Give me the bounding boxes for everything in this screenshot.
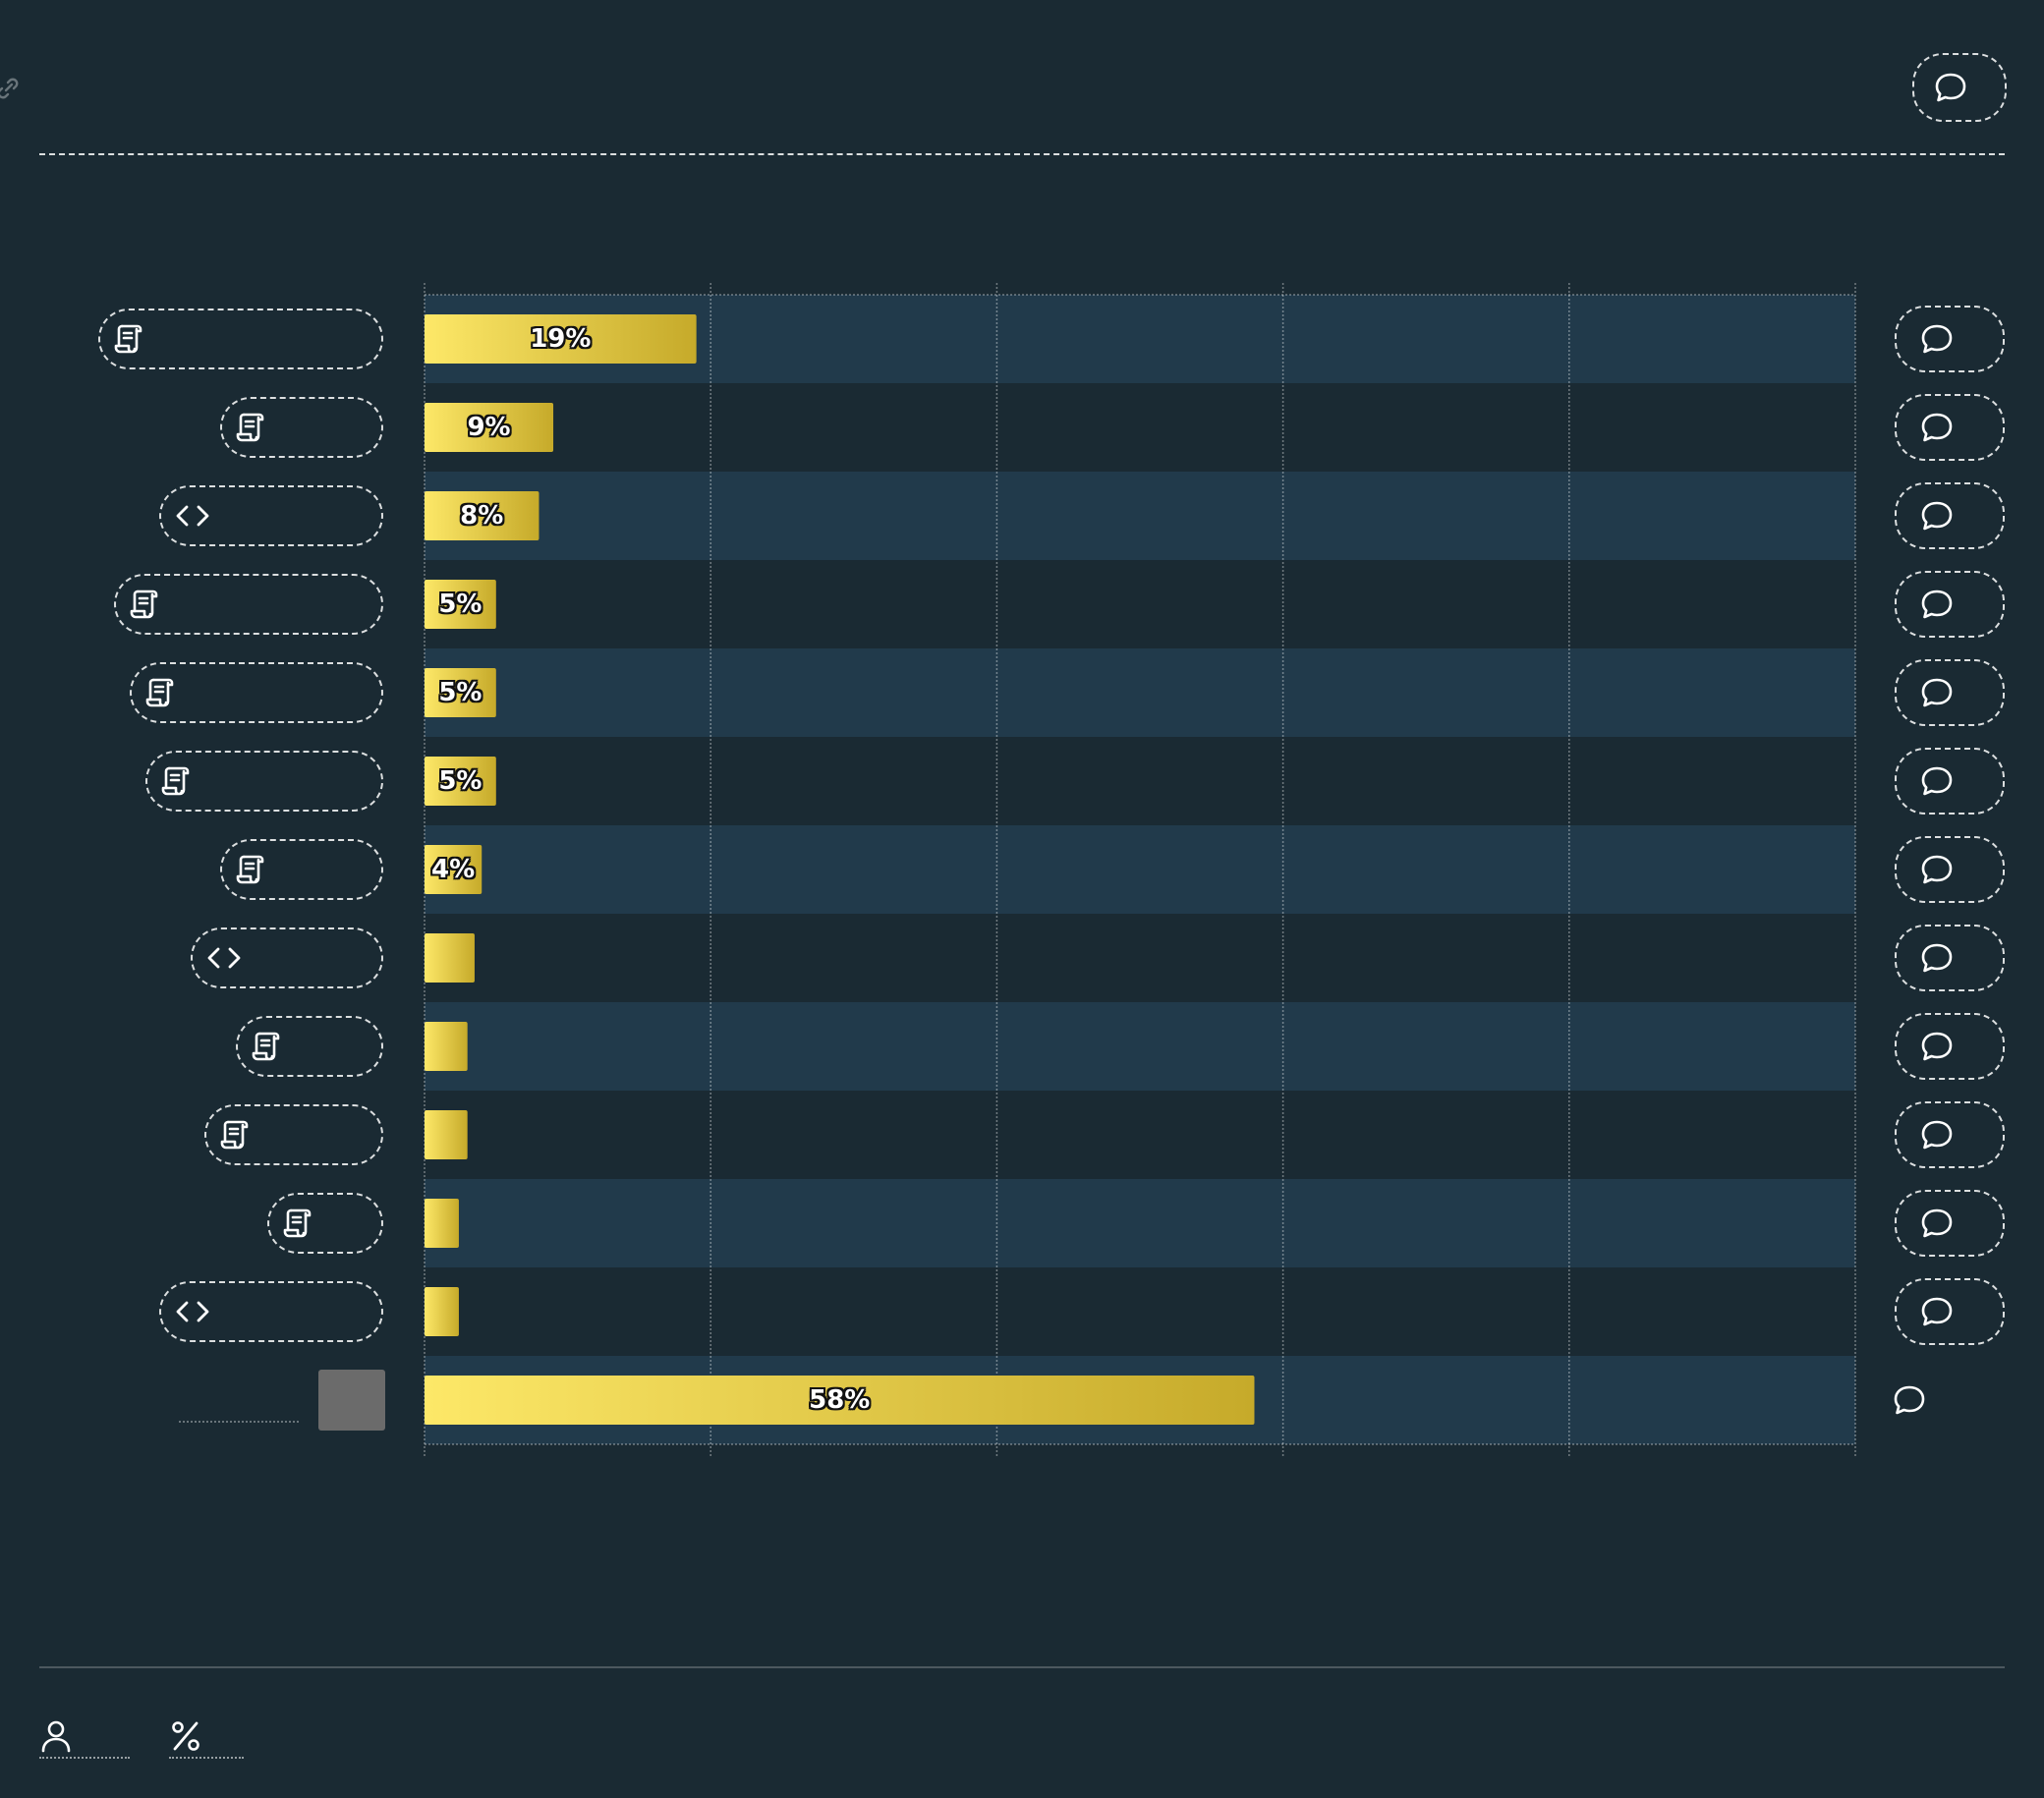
comment-icon [1921, 855, 1953, 884]
code-icon [176, 1301, 209, 1322]
row-comment-button[interactable] [1895, 659, 2005, 726]
comment-icon [1921, 1208, 1953, 1238]
comment-icon [1921, 1120, 1953, 1150]
row-band [425, 472, 1855, 560]
bar-data-label: 9% [467, 413, 511, 442]
bar-data-label: 4% [431, 855, 476, 884]
row-comment-button[interactable] [1895, 748, 2005, 815]
category-label[interactable] [220, 397, 383, 458]
row-comment-button[interactable] [1895, 836, 2005, 903]
bar-data-label: 19% [530, 324, 592, 354]
bar-data-label: 5% [438, 766, 483, 796]
category-label[interactable] [159, 1281, 383, 1342]
row-comment-button[interactable] [1895, 306, 2005, 372]
scroll-icon [236, 855, 264, 884]
row-band [425, 1179, 1855, 1267]
bar[interactable] [425, 1287, 459, 1336]
comment-icon [1894, 1385, 1925, 1415]
footer-percent-item[interactable] [169, 1715, 244, 1759]
row-band [425, 825, 1855, 914]
row-band [425, 1002, 1855, 1091]
other-category-swatch [318, 1370, 385, 1431]
comment-icon [1921, 678, 1953, 707]
footer-user-item[interactable] [39, 1715, 130, 1759]
bar-data-label: 8% [460, 501, 504, 531]
category-label[interactable] [114, 574, 383, 635]
scroll-icon [236, 413, 264, 442]
comment-icon [1921, 943, 1953, 973]
row-comment-button[interactable] [1893, 1384, 1926, 1416]
comment-icon [1921, 766, 1953, 796]
row-comment-button[interactable] [1895, 1101, 2005, 1168]
row-comment-button[interactable] [1895, 1190, 2005, 1257]
bar-data-label: 5% [438, 678, 483, 707]
bar-data-label: 58% [809, 1385, 871, 1415]
code-icon [176, 505, 209, 527]
other-label-underline [179, 1421, 299, 1423]
row-comment-button[interactable] [1895, 1278, 2005, 1345]
category-label[interactable] [145, 751, 383, 812]
comment-icon [1921, 590, 1953, 619]
category-label[interactable] [130, 662, 383, 723]
scroll-icon [283, 1208, 312, 1238]
row-comment-button[interactable] [1895, 925, 2005, 991]
row-comment-button[interactable] [1895, 482, 2005, 549]
footer-divider [39, 1666, 2005, 1668]
comment-icon [1921, 501, 1953, 531]
scroll-icon [130, 590, 158, 619]
category-label[interactable] [267, 1193, 383, 1254]
comment-icon [1921, 413, 1953, 442]
category-label[interactable] [159, 485, 383, 546]
row-comment-button[interactable] [1895, 394, 2005, 461]
category-label[interactable] [191, 927, 383, 988]
scroll-icon [252, 1032, 280, 1061]
comment-icon [1921, 1032, 1953, 1061]
scroll-icon [145, 678, 174, 707]
category-label[interactable] [236, 1016, 383, 1077]
category-label[interactable] [98, 309, 383, 369]
row-comment-button[interactable] [1895, 1013, 2005, 1080]
bar[interactable] [425, 933, 475, 983]
bar[interactable] [425, 1199, 459, 1248]
bar[interactable] [425, 1110, 468, 1159]
code-icon [207, 947, 241, 969]
percent-icon [172, 1721, 199, 1751]
bar[interactable] [425, 1022, 468, 1071]
comment-icon [1921, 324, 1953, 354]
category-label[interactable] [204, 1104, 383, 1165]
bar-data-label: 5% [438, 590, 483, 619]
user-icon [41, 1720, 71, 1753]
scroll-icon [220, 1120, 249, 1150]
comment-icon [1921, 1297, 1953, 1326]
scroll-icon [114, 324, 142, 354]
row-comment-button[interactable] [1895, 571, 2005, 638]
row-band [425, 648, 1855, 737]
category-label[interactable] [220, 839, 383, 900]
scroll-icon [161, 766, 190, 796]
